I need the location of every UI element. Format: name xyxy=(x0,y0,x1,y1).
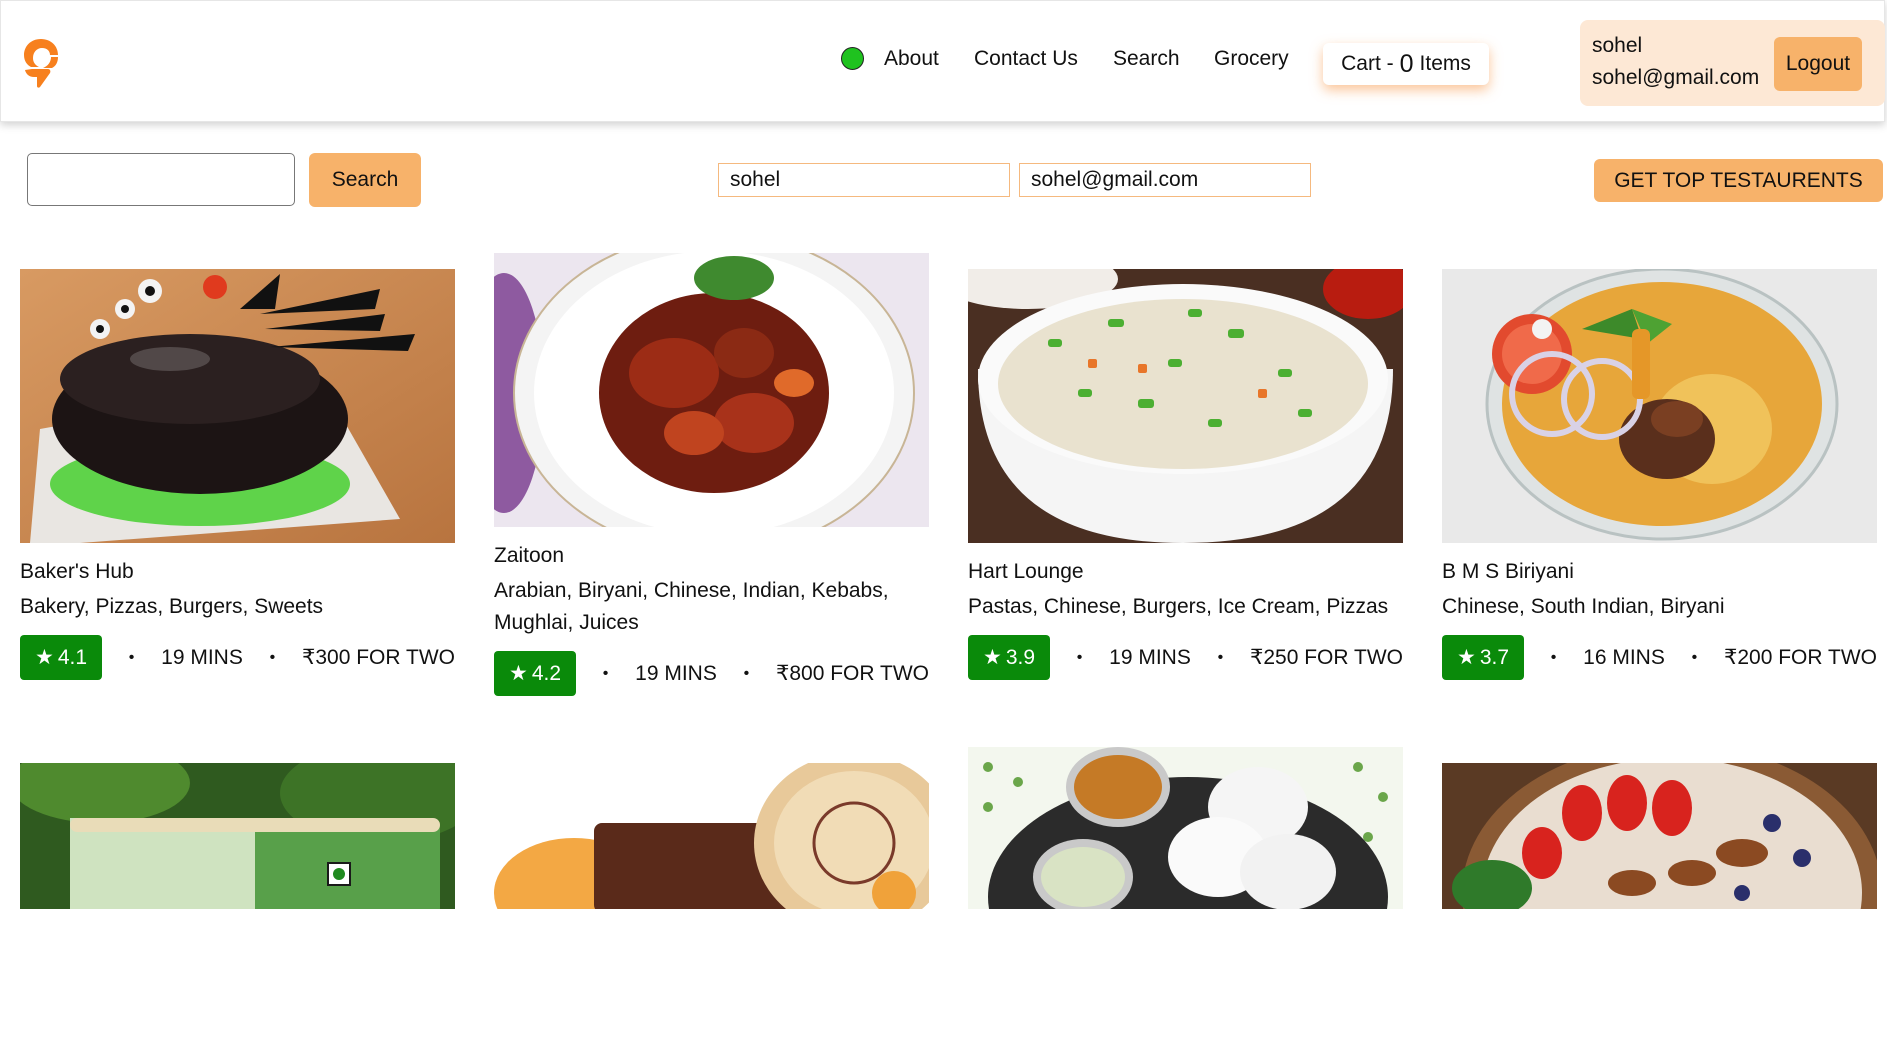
user-email-input[interactable] xyxy=(1019,163,1311,197)
rating-value: 3.7 xyxy=(1479,645,1510,669)
separator-dot: • xyxy=(269,648,276,666)
nav-contact-us[interactable]: Contact Us xyxy=(974,47,1078,71)
restaurant-name: Zaitoon xyxy=(494,544,565,567)
top-restaurants-button[interactable]: GET TOP TESTAURENTS xyxy=(1594,159,1883,202)
rating-badge: ★ 3.7 xyxy=(1442,635,1524,680)
swiggy-logo-icon[interactable] xyxy=(21,37,61,89)
cost-for-two: ₹200 FOR TWO xyxy=(1723,646,1877,669)
user-email: sohel@gmail.com xyxy=(1592,66,1760,89)
restaurant-card[interactable]: Hart Lounge Pastas, Chinese, Burgers, Ic… xyxy=(968,269,1403,680)
rating-badge: ★ 4.2 xyxy=(494,651,576,696)
restaurant-card[interactable] xyxy=(1442,763,1877,1037)
separator-dot: • xyxy=(602,664,609,682)
restaurant-cuisines: Pastas, Chinese, Burgers, Ice Cream, Piz… xyxy=(968,595,1389,618)
restaurant-image xyxy=(20,763,455,1037)
star-icon: ★ xyxy=(982,646,1002,669)
separator-dot: • xyxy=(1691,648,1698,666)
rating-badge: ★ 3.9 xyxy=(968,635,1050,680)
rating-value: 3.9 xyxy=(1005,645,1036,669)
restaurant-card[interactable] xyxy=(494,763,929,1037)
star-icon: ★ xyxy=(1456,646,1476,669)
restaurant-image xyxy=(968,747,1403,1021)
restaurant-name: B M S Biriyani xyxy=(1442,560,1574,583)
restaurant-meta: ★ 4.1 • 19 MINS • ₹300 FOR TWO xyxy=(20,635,455,680)
restaurant-image xyxy=(494,253,929,527)
restaurant-image xyxy=(494,763,929,1037)
restaurant-name: Hart Lounge xyxy=(968,560,1084,583)
restaurant-image xyxy=(1442,763,1877,1037)
separator-dot: • xyxy=(743,664,750,682)
restaurant-image xyxy=(968,269,1403,543)
delivery-time: 16 MINS xyxy=(1583,645,1665,669)
search-button[interactable]: Search xyxy=(309,153,421,207)
restaurant-meta: ★ 3.7 • 16 MINS • ₹200 FOR TWO xyxy=(1442,635,1877,680)
separator-dot: • xyxy=(1076,648,1083,666)
restaurant-card[interactable] xyxy=(20,763,455,1037)
cost-for-two: ₹250 FOR TWO xyxy=(1249,646,1403,669)
restaurant-cuisines: Arabian, Biryani, Chinese, Indian, Kebab… xyxy=(494,579,889,634)
restaurant-image xyxy=(1442,269,1877,543)
nav-search[interactable]: Search xyxy=(1113,47,1180,71)
restaurant-image xyxy=(20,269,455,543)
cart-button[interactable]: Cart - 0 Items xyxy=(1323,43,1489,85)
nav-grocery[interactable]: Grocery xyxy=(1214,47,1289,71)
cart-items-label: Items xyxy=(1419,52,1471,75)
restaurant-meta: ★ 4.2 • 19 MINS • ₹800 FOR TWO xyxy=(494,651,929,696)
restaurant-meta: ★ 3.9 • 19 MINS • ₹250 FOR TWO xyxy=(968,635,1403,680)
cost-for-two: ₹800 FOR TWO xyxy=(775,662,929,685)
restaurant-card[interactable]: B M S Biriyani Chinese, South Indian, Bi… xyxy=(1442,269,1877,680)
restaurant-card[interactable]: Baker's Hub Bakery, Pizzas, Burgers, Swe… xyxy=(20,269,455,680)
cart-count: 0 xyxy=(1399,49,1414,78)
delivery-time: 19 MINS xyxy=(635,661,717,685)
delivery-time: 19 MINS xyxy=(1109,645,1191,669)
restaurant-cuisines: Chinese, South Indian, Biryani xyxy=(1442,595,1725,618)
logout-button[interactable]: Logout xyxy=(1774,37,1862,91)
top-navbar: About Contact Us Search Grocery Cart - 0… xyxy=(0,0,1885,122)
separator-dot: • xyxy=(1550,648,1557,666)
separator-dot: • xyxy=(1217,648,1224,666)
star-icon: ★ xyxy=(508,662,528,685)
rating-value: 4.2 xyxy=(531,661,562,685)
restaurant-name: Baker's Hub xyxy=(20,560,134,583)
restaurant-card[interactable] xyxy=(968,747,1403,1021)
user-name-input[interactable] xyxy=(718,163,1010,197)
user-name: sohel xyxy=(1592,34,1643,57)
online-status-indicator xyxy=(841,47,864,70)
restaurant-card[interactable]: Zaitoon Arabian, Biryani, Chinese, India… xyxy=(494,253,929,696)
cost-for-two: ₹300 FOR TWO xyxy=(301,646,455,669)
nav-about[interactable]: About xyxy=(884,47,939,71)
cart-label: Cart - xyxy=(1341,52,1394,75)
rating-value: 4.1 xyxy=(57,645,88,669)
separator-dot: • xyxy=(128,648,135,666)
star-icon: ★ xyxy=(34,646,54,669)
delivery-time: 19 MINS xyxy=(161,645,243,669)
restaurant-cuisines: Bakery, Pizzas, Burgers, Sweets xyxy=(20,595,324,618)
user-info-panel: sohel sohel@gmail.com Logout xyxy=(1580,20,1885,106)
search-input[interactable] xyxy=(27,153,295,206)
rating-badge: ★ 4.1 xyxy=(20,635,102,680)
